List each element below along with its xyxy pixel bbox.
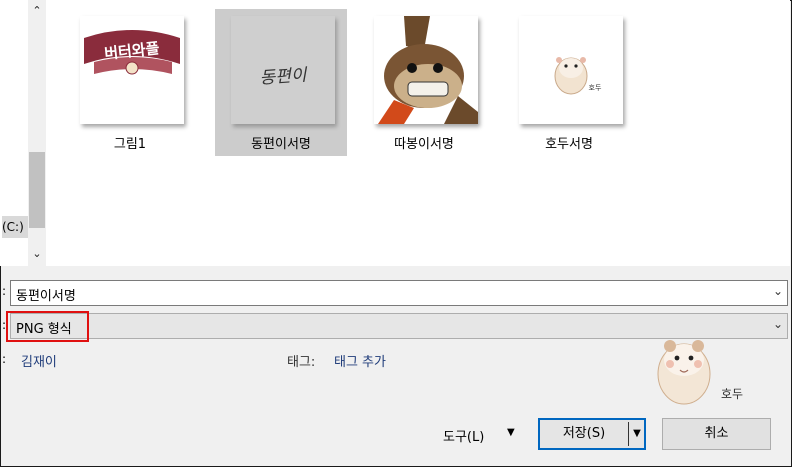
tags-label: 태그: — [287, 355, 316, 370]
author-value[interactable]: 김재이 — [21, 351, 57, 370]
file-thumbnail: 호두 — [519, 16, 623, 124]
hamster-signature-image: 호두 — [554, 57, 602, 95]
file-name: 호두서명 — [545, 137, 593, 152]
save-button[interactable]: 저장(S) ▼ — [538, 418, 646, 450]
vertical-scrollbar[interactable]: ⌃ ⌄ — [28, 0, 46, 266]
author-label: : — [2, 352, 7, 366]
save-label: 저장(S) — [562, 426, 606, 441]
file-item-호두서명[interactable]: 호두 호두서명 — [503, 9, 635, 156]
signature-text: 동편이 — [259, 65, 309, 88]
chevron-down-icon[interactable]: ⌄ — [28, 245, 46, 263]
tags-input[interactable]: 태그 추가 — [334, 351, 386, 370]
file-name: 동편이서명 — [251, 137, 311, 152]
monkey-plush-image — [374, 16, 478, 124]
caret-down-icon[interactable]: ▼ — [630, 420, 644, 448]
filename-field[interactable]: 동편이서명 ⌄ — [10, 280, 788, 306]
file-item-따봉이서명[interactable]: 따봉이서명 — [358, 9, 490, 156]
file-item-동편이서명[interactable]: 동편이 동편이서명 — [215, 9, 347, 156]
split-divider — [628, 422, 629, 446]
file-name: 그림1 — [113, 137, 147, 152]
scrollbar-thumb[interactable] — [29, 152, 45, 228]
caret-down-icon[interactable]: ▼ — [507, 427, 515, 438]
filename-label: : — [2, 284, 7, 298]
cancel-button[interactable]: 취소 — [662, 418, 771, 450]
file-item-그림1[interactable]: 버터와플 그림1 — [64, 9, 196, 156]
annotation-highlight-box — [6, 311, 89, 342]
filename-value: 동편이서명 — [16, 289, 76, 304]
file-thumbnail: 버터와플 — [80, 16, 184, 124]
tools-menu[interactable]: 도구(L) — [443, 426, 484, 445]
butter-waffle-logo: 버터와플 — [84, 30, 180, 75]
signature-text: 호두 — [721, 387, 743, 401]
chevron-down-icon[interactable]: ⌄ — [773, 284, 783, 298]
chevron-up-icon[interactable]: ⌃ — [28, 2, 46, 20]
hamster-sticker: 호두 — [657, 340, 743, 405]
file-list-pane[interactable]: 버터와플 그림1 동편이 동편이서명 따봉이서명 호두 호두서명 — [46, 0, 790, 266]
file-thumbnail — [374, 16, 478, 124]
signature-image: 동편이 — [259, 65, 309, 88]
signature-text: 호두 — [589, 84, 602, 92]
file-thumbnail: 동편이 — [231, 16, 335, 124]
drive-c-item[interactable]: (C:) — [2, 216, 28, 238]
file-name: 따봉이서명 — [394, 137, 454, 152]
chevron-down-icon[interactable]: ⌄ — [773, 317, 783, 331]
